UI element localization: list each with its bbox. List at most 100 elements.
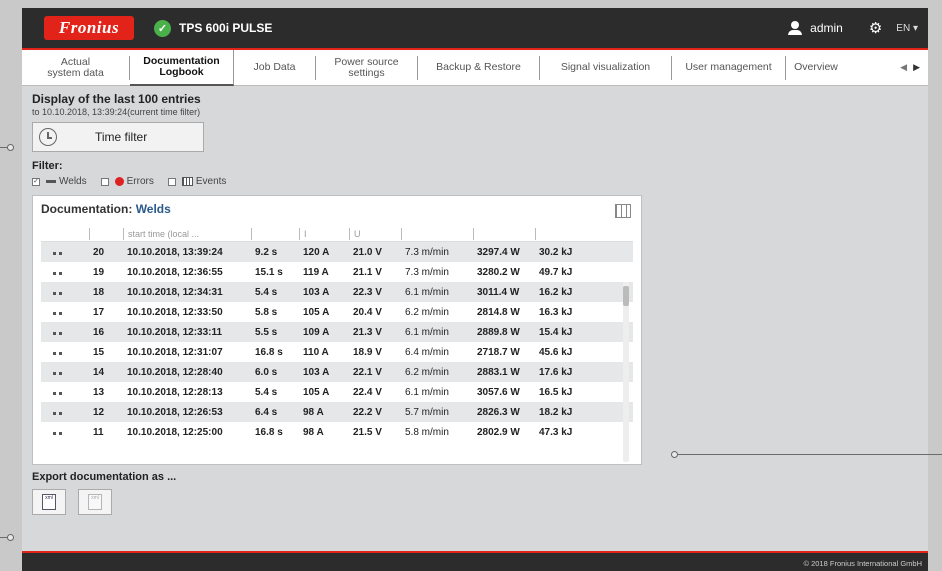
table-row[interactable]: 16 10.10.2018, 12:33:11 5.5 s 109 A 21.3 V 6.… <box>41 322 633 342</box>
table-cell: 103 A <box>303 366 330 378</box>
user-name[interactable]: admin <box>810 21 843 35</box>
footer: © 2018 Fronius International GmbH <box>22 551 928 571</box>
welds-checkbox[interactable]: ✓ <box>32 177 40 186</box>
column-settings-icon[interactable] <box>615 204 631 218</box>
table-row[interactable]: 12 10.10.2018, 12:26:53 6.4 s 98 A 22.2 V 5.7… <box>41 402 633 422</box>
callout-line-right <box>678 454 942 455</box>
user-icon[interactable] <box>788 21 803 35</box>
time-filter-button[interactable]: Time filter <box>32 122 204 152</box>
tab-overview[interactable]: Overview <box>786 56 846 80</box>
table-row[interactable]: 15 10.10.2018, 12:31:07 16.8 s 110 A 18.9 V 6… <box>41 342 633 362</box>
table-cell: 11 <box>93 426 104 438</box>
table-cell: 30.2 kJ <box>539 246 573 258</box>
table-cell: 5.5 s <box>255 326 278 338</box>
table-cell: 5.7 m/min <box>405 406 449 418</box>
scrollbar-thumb[interactable] <box>623 286 629 306</box>
table-cell: 105 A <box>303 306 330 318</box>
weld-type-icon <box>53 351 62 355</box>
table-cell: 10.10.2018, 12:34:31 <box>127 286 223 298</box>
table-row[interactable]: 13 10.10.2018, 12:28:13 5.4 s 105 A 22.4 V 6.… <box>41 382 633 402</box>
table-cell: 21.1 V <box>353 266 382 278</box>
table-row[interactable]: 11 10.10.2018, 12:25:00 16.8 s 98 A 21.5 V 5.… <box>41 422 633 442</box>
table-cell: 6.0 s <box>255 366 278 378</box>
table-cell: 16.2 kJ <box>539 286 573 298</box>
table-cell: 16 <box>93 326 105 338</box>
table-cell: 18.2 kJ <box>539 406 573 418</box>
table-cell: 2883.1 W <box>477 366 520 378</box>
filter-options: ✓ Welds Errors Events <box>32 176 918 187</box>
table-cell: 3280.2 W <box>477 266 520 278</box>
col-power[interactable] <box>473 227 535 240</box>
table-row[interactable]: 18 10.10.2018, 12:34:31 5.4 s 103 A 22.3 V 6.… <box>41 282 633 302</box>
table-cell: 21.3 V <box>353 326 382 338</box>
footer-accent-line <box>22 551 928 553</box>
copyright: © 2018 Fronius International GmbH <box>803 559 922 568</box>
col-current[interactable]: I <box>299 227 349 240</box>
row-type-cell <box>41 247 89 258</box>
device-name: TPS 600i PULSE <box>179 21 273 35</box>
table-scrollbar[interactable] <box>623 282 629 462</box>
table-cell: 9.2 s <box>255 246 278 258</box>
tab-power-source-settings[interactable]: Power source settings <box>316 55 418 80</box>
device-status: ✓ TPS 600i PULSE <box>154 19 273 37</box>
table-row[interactable]: 17 10.10.2018, 12:33:50 5.8 s 105 A 20.4 V 6.… <box>41 302 633 322</box>
col-duration[interactable] <box>251 227 299 240</box>
table-cell: 119 A <box>303 266 329 278</box>
table-cell: 18 <box>93 286 105 298</box>
export-xml-button-secondary[interactable]: xml <box>78 489 112 515</box>
col-voltage[interactable]: U <box>349 227 401 240</box>
tab-backup-restore[interactable]: Backup & Restore <box>418 55 540 80</box>
callout-dot-left-bottom <box>7 534 14 541</box>
table-cell: 2826.3 W <box>477 406 520 418</box>
table-cell: 18.9 V <box>353 346 382 358</box>
tab-user-management[interactable]: User management <box>672 55 786 80</box>
export-xml-button[interactable]: xml <box>32 489 66 515</box>
table-cell: 2889.8 W <box>477 326 520 338</box>
documentation-panel: Documentation: Welds start time (local .… <box>32 195 642 465</box>
row-type-cell <box>41 387 89 398</box>
filter-events[interactable]: Events <box>167 176 226 187</box>
weld-type-icon <box>53 431 62 435</box>
table-row[interactable]: 20 10.10.2018, 13:39:24 9.2 s 120 A 21.0 V 7.… <box>41 242 633 262</box>
table-cell: 14 <box>93 366 105 378</box>
table-cell: 15.4 kJ <box>539 326 573 338</box>
col-wire-speed[interactable] <box>401 227 473 240</box>
main-content: Display of the last 100 entries to 10.10… <box>22 86 928 521</box>
col-type[interactable] <box>41 228 89 240</box>
row-type-cell <box>41 347 89 358</box>
table-row[interactable]: 14 10.10.2018, 12:28:40 6.0 s 103 A 22.1 V 6.… <box>41 362 633 382</box>
filter-welds[interactable]: ✓ Welds <box>32 176 87 187</box>
table-row[interactable]: 19 10.10.2018, 12:36:55 15.1 s 119 A 21.1 V 7… <box>41 262 633 282</box>
tab-prev-arrow[interactable]: ◀ <box>900 62 907 73</box>
table-cell: 22.2 V <box>353 406 382 418</box>
tab-next-arrow[interactable]: ▶ <box>913 62 920 73</box>
callout-dot-right <box>671 451 678 458</box>
tab-actual-system-data[interactable]: Actual system data <box>22 55 130 80</box>
app-window: Fronius ✓ TPS 600i PULSE admin ⚙ EN ▾ Ac… <box>22 8 928 571</box>
time-filter-label: Time filter <box>95 130 148 144</box>
table-cell: 6.1 m/min <box>405 326 449 338</box>
table-cell: 10.10.2018, 12:26:53 <box>127 406 223 418</box>
col-number[interactable] <box>89 227 123 240</box>
errors-checkbox[interactable] <box>100 177 109 186</box>
table-cell: 20.4 V <box>353 306 382 318</box>
table-cell: 10.10.2018, 13:39:24 <box>127 246 223 258</box>
fronius-logo: Fronius <box>44 16 134 40</box>
tab-signal-visualization[interactable]: Signal visualization <box>540 55 672 80</box>
col-start-time[interactable]: start time (local ... <box>123 227 251 240</box>
table-body: 20 10.10.2018, 13:39:24 9.2 s 120 A 21.0 V 7.… <box>41 242 633 442</box>
col-energy[interactable] <box>535 227 595 240</box>
export-buttons: xml xml <box>32 489 918 515</box>
language-selector[interactable]: EN ▾ <box>896 23 918 34</box>
filter-errors[interactable]: Errors <box>100 176 154 187</box>
gear-icon[interactable]: ⚙ <box>869 19 882 37</box>
weld-type-icon <box>53 251 62 255</box>
table-cell: 15.1 s <box>255 266 283 278</box>
events-checkbox[interactable] <box>167 177 176 186</box>
table-cell: 98 A <box>303 426 324 438</box>
table-cell: 5.8 s <box>255 306 278 318</box>
tab-documentation-logbook[interactable]: Documentation Logbook <box>130 49 234 86</box>
table-cell: 109 A <box>303 326 330 338</box>
tab-job-data[interactable]: Job Data <box>234 55 316 80</box>
table-cell: 12 <box>93 406 105 418</box>
